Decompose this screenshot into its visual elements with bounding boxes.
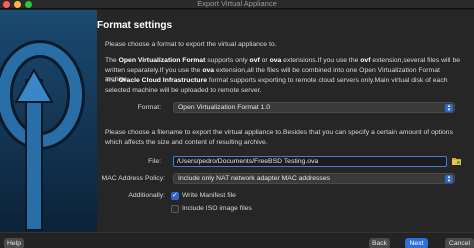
cancel-button[interactable]: Cancel [445, 238, 474, 248]
window-title: Export Virtual Appliance [197, 0, 277, 8]
intro-text: Please choose a format to export the vir… [105, 41, 277, 48]
help-button[interactable]: Help [4, 238, 24, 248]
file-description: Please choose a filename to export the v… [105, 129, 453, 146]
oci-description: The Oracle Cloud Infrastructure format s… [105, 77, 448, 94]
file-path-field[interactable]: /Users/pedro/Documents/FreeBSD Testing.o… [173, 156, 447, 167]
next-button[interactable]: Next [405, 238, 428, 248]
up-down-arrow-icon: ▴ ▾ [445, 104, 453, 113]
include-iso-label: Include ISO image files [182, 205, 252, 212]
virtualbox-export-art [0, 10, 97, 232]
mac-policy-select-value: Include only NAT network adapter MAC add… [178, 175, 330, 182]
mac-policy-select[interactable]: Include only NAT network adapter MAC add… [173, 173, 455, 184]
additionally-label: Additionally: [128, 192, 165, 199]
up-down-arrow-icon: ▴ ▾ [445, 175, 453, 184]
title-bar: Export Virtual Appliance [0, 0, 474, 9]
back-button[interactable]: Back [369, 238, 390, 248]
format-select[interactable]: Open Virtualization Format 1.0 ▴ ▾ [173, 102, 455, 113]
format-label: Format: [137, 104, 161, 111]
write-manifest-label: Write Manifest file [182, 192, 236, 199]
write-manifest-checkbox[interactable]: ✓ [171, 192, 179, 200]
button-bar: Help Back Next Cancel [0, 232, 474, 248]
include-iso-checkbox[interactable] [171, 205, 179, 213]
mac-policy-label: MAC Address Policy: [101, 175, 165, 182]
page-title: Format settings [97, 20, 173, 31]
check-icon: ✓ [172, 192, 178, 199]
format-select-value: Open Virtualization Format 1.0 [178, 104, 271, 111]
file-label: File: [148, 158, 161, 165]
folder-icon[interactable] [452, 157, 461, 165]
format-settings-page: Format settings Please choose a format t… [97, 10, 474, 232]
